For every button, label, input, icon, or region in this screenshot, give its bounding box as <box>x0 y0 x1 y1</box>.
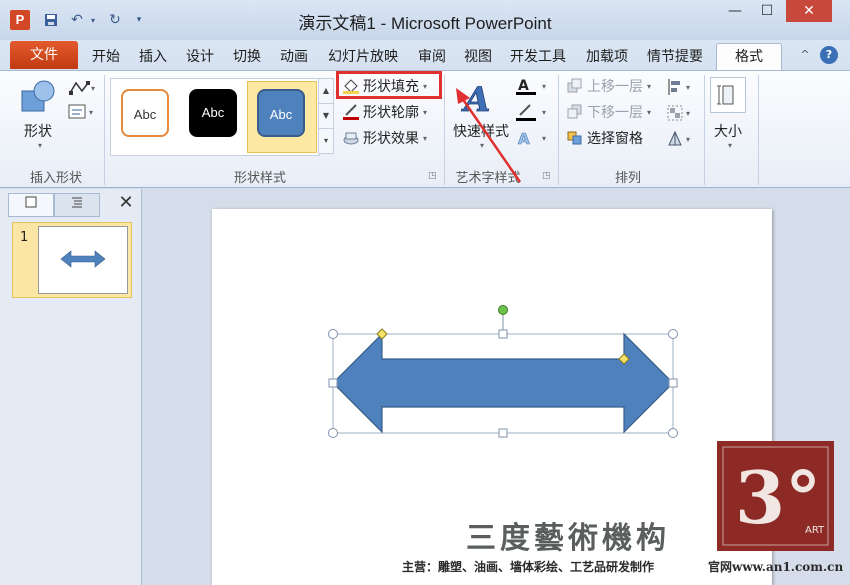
resize-handle-top-right[interactable] <box>668 329 678 339</box>
annotation-arrow <box>460 97 522 183</box>
rotate-handle[interactable] <box>498 305 508 315</box>
resize-handle-bottom-right[interactable] <box>668 428 678 438</box>
resize-handle-top[interactable] <box>498 329 508 339</box>
watermark-calligraphy: 三度藝術機构 <box>466 521 670 556</box>
resize-handle-right[interactable] <box>668 378 678 388</box>
resize-handle-bottom-left[interactable] <box>328 428 338 438</box>
resize-handle-top-left[interactable] <box>328 329 338 339</box>
watermark-logo-sub: ART <box>805 525 825 536</box>
watermark-site: 官网www.an1.com.cn <box>708 560 844 574</box>
resize-handle-left[interactable] <box>328 378 338 388</box>
watermark-logo: 3° ART <box>717 441 834 551</box>
watermark-line: 主营：雕塑、油画、墙体彩绘、工艺品研发制作 <box>402 560 655 574</box>
resize-handle-bottom[interactable] <box>498 428 508 438</box>
left-right-arrow-shape[interactable] <box>332 332 674 434</box>
